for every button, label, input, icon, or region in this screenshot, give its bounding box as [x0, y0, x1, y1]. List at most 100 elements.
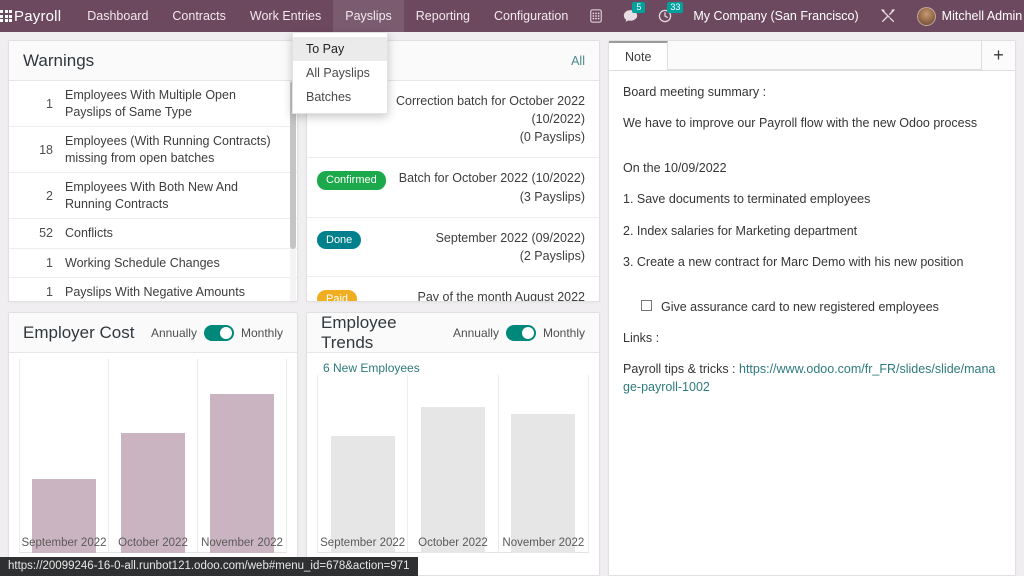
note-tabs: Note +: [609, 41, 1015, 71]
batch-title: September 2022 (09/2022): [435, 230, 585, 245]
batch-title: Pay of the month August 2022 (08/2022): [417, 289, 585, 301]
menu-item-configuration[interactable]: Configuration: [482, 0, 580, 32]
employer-cost-card: Employer Cost Annually Monthly September…: [8, 312, 298, 576]
table-row[interactable]: 2 Employees With Both New And Running Co…: [9, 173, 297, 219]
bar-october[interactable]: [121, 432, 185, 553]
employer-cost-plot[interactable]: September 2022 October 2022 November 202…: [19, 359, 287, 575]
grid-apps-icon: [0, 10, 12, 22]
table-row[interactable]: 18 Employees (With Running Contracts) mi…: [9, 127, 297, 173]
status-badge: Paid: [317, 289, 358, 301]
app-brand-payroll[interactable]: Payroll: [12, 8, 75, 25]
menu-item-dashboard[interactable]: Dashboard: [75, 0, 160, 32]
warnings-scrollbar[interactable]: [290, 81, 296, 301]
dropdown-item-batches[interactable]: Batches: [293, 85, 387, 109]
note-spacer: [623, 284, 1001, 298]
activities-clock-icon[interactable]: 33: [649, 0, 684, 32]
batches-all-link[interactable]: All: [571, 54, 585, 68]
warning-count: 2: [46, 188, 53, 203]
bar-label: October 2022: [418, 537, 488, 549]
dashboard-page: Warnings 1 Employees With Multiple Open …: [0, 32, 1024, 576]
dropdown-item-to-pay[interactable]: To Pay: [293, 37, 387, 61]
bar-slot[interactable]: September 2022: [317, 375, 407, 553]
warning-count: 18: [39, 142, 53, 157]
payslips-dropdown-menu: To Pay All Payslips Batches: [292, 32, 388, 114]
activities-badge: 33: [667, 2, 684, 13]
tab-note[interactable]: Note: [609, 41, 669, 70]
right-column: Note + Board meeting summary : We have t…: [608, 40, 1016, 576]
middle-column: All New Correction batch for October 202…: [306, 40, 600, 576]
warning-label: Employees (With Running Contracts) missi…: [65, 134, 271, 165]
dropdown-item-all-payslips[interactable]: All Payslips: [293, 61, 387, 85]
bar-november[interactable]: [210, 393, 274, 553]
bar-october[interactable]: [420, 407, 486, 553]
menu-item-payslips[interactable]: Payslips: [333, 0, 404, 32]
main-menu: Dashboard Contracts Work Entries Payslip…: [75, 0, 580, 32]
note-line-1: Board meeting summary :: [623, 85, 767, 99]
top-navbar: Payroll Dashboard Contracts Work Entries…: [0, 0, 1024, 32]
browser-status-bar: https://20099246-16-0-all.runbot121.odoo…: [0, 557, 418, 576]
bar-label: September 2022: [21, 537, 107, 549]
bar-label: November 2022: [502, 537, 585, 549]
menu-item-reporting[interactable]: Reporting: [404, 0, 482, 32]
plus-icon[interactable]: +: [981, 41, 1015, 70]
table-row[interactable]: 1 Employees With Multiple Open Payslips …: [9, 81, 297, 127]
toggle-label-monthly: Monthly: [240, 325, 283, 340]
bar-slot[interactable]: November 2022: [197, 359, 287, 553]
left-column: Warnings 1 Employees With Multiple Open …: [8, 40, 298, 576]
note-line-6: 3. Create a new contract for Marc Demo w…: [623, 254, 964, 269]
switch-knob: [521, 326, 534, 339]
period-switch[interactable]: [505, 324, 536, 341]
menu-item-contracts[interactable]: Contracts: [160, 0, 238, 32]
tab-filler: [668, 41, 981, 70]
bar-slot[interactable]: September 2022: [19, 359, 108, 553]
messages-icon[interactable]: 5: [614, 0, 647, 32]
table-row[interactable]: 52 Conflicts: [9, 219, 297, 249]
employer-cost-period-toggle[interactable]: Annually Monthly: [151, 324, 283, 341]
bar-slot[interactable]: October 2022: [108, 359, 197, 553]
menu-item-work-entries[interactable]: Work Entries: [238, 0, 333, 32]
employer-cost-title: Employer Cost: [23, 322, 135, 342]
voip-dialpad-icon[interactable]: [580, 0, 612, 32]
table-row[interactable]: 1 Working Schedule Changes: [9, 249, 297, 278]
checkbox-unchecked-icon[interactable]: [641, 299, 652, 311]
bar-slot[interactable]: November 2022: [497, 375, 589, 553]
employee-trends-plot[interactable]: September 2022 October 2022 November 202…: [317, 375, 589, 575]
note-tips-prefix: Payroll tips & tricks :: [623, 362, 739, 376]
bar-november[interactable]: [511, 414, 576, 553]
period-switch[interactable]: [203, 324, 234, 341]
checkbox-label: Give assurance card to new registered em…: [661, 299, 939, 314]
employer-cost-chart: September 2022 October 2022 November 202…: [9, 353, 297, 575]
batch-title: Batch for October 2022 (10/2022): [398, 171, 585, 186]
employee-trends-chart: 6 New Employees September 2022 October 2…: [307, 353, 599, 575]
table-row[interactable]: 1 Payslips With Negative Amounts: [9, 278, 297, 301]
user-menu[interactable]: Mitchell Admin: [907, 6, 1024, 26]
warning-label: Working Schedule Changes: [65, 255, 220, 270]
batch-payslips: (3 Payslips): [519, 189, 585, 204]
list-item[interactable]: Paid Pay of the month August 2022 (08/20…: [307, 277, 599, 301]
warnings-list[interactable]: 1 Employees With Multiple Open Payslips …: [9, 81, 297, 301]
warning-label: Employees With Both New And Running Cont…: [65, 180, 238, 211]
tools-icon[interactable]: [871, 0, 905, 32]
employer-cost-header: Employer Cost Annually Monthly: [9, 313, 297, 353]
list-item[interactable]: Confirmed Batch for October 2022 (10/202…: [307, 158, 599, 218]
company-switcher[interactable]: My Company (San Francisco): [683, 9, 868, 23]
note-checklist-item[interactable]: Give assurance card to new registered em…: [641, 298, 1001, 316]
warning-count: 1: [46, 96, 53, 111]
list-item[interactable]: Done September 2022 (09/2022) (2 Payslip…: [307, 218, 599, 277]
note-line-4: 1. Save documents to terminated employee…: [623, 192, 871, 207]
batches-list: New Correction batch for October 2022 (1…: [307, 81, 599, 301]
apps-menu-button[interactable]: [0, 0, 12, 32]
new-employees-link[interactable]: 6 New Employees: [317, 359, 589, 375]
warnings-header: Warnings: [9, 41, 297, 81]
warnings-card: Warnings 1 Employees With Multiple Open …: [8, 40, 298, 302]
status-badge: Done: [317, 230, 362, 249]
bar-september[interactable]: [330, 435, 395, 553]
employee-trends-period-toggle[interactable]: Annually Monthly: [453, 324, 585, 341]
messages-badge: 5: [632, 2, 646, 13]
batch-payslips: (2 Payslips): [519, 248, 585, 263]
note-content[interactable]: Board meeting summary : We have to impro…: [609, 71, 1015, 575]
note-links-label: Links :: [623, 330, 660, 345]
batch-info: Correction batch for October 2022 (10/20…: [357, 92, 585, 146]
warnings-title: Warnings: [23, 50, 95, 70]
bar-slot[interactable]: October 2022: [407, 375, 497, 553]
